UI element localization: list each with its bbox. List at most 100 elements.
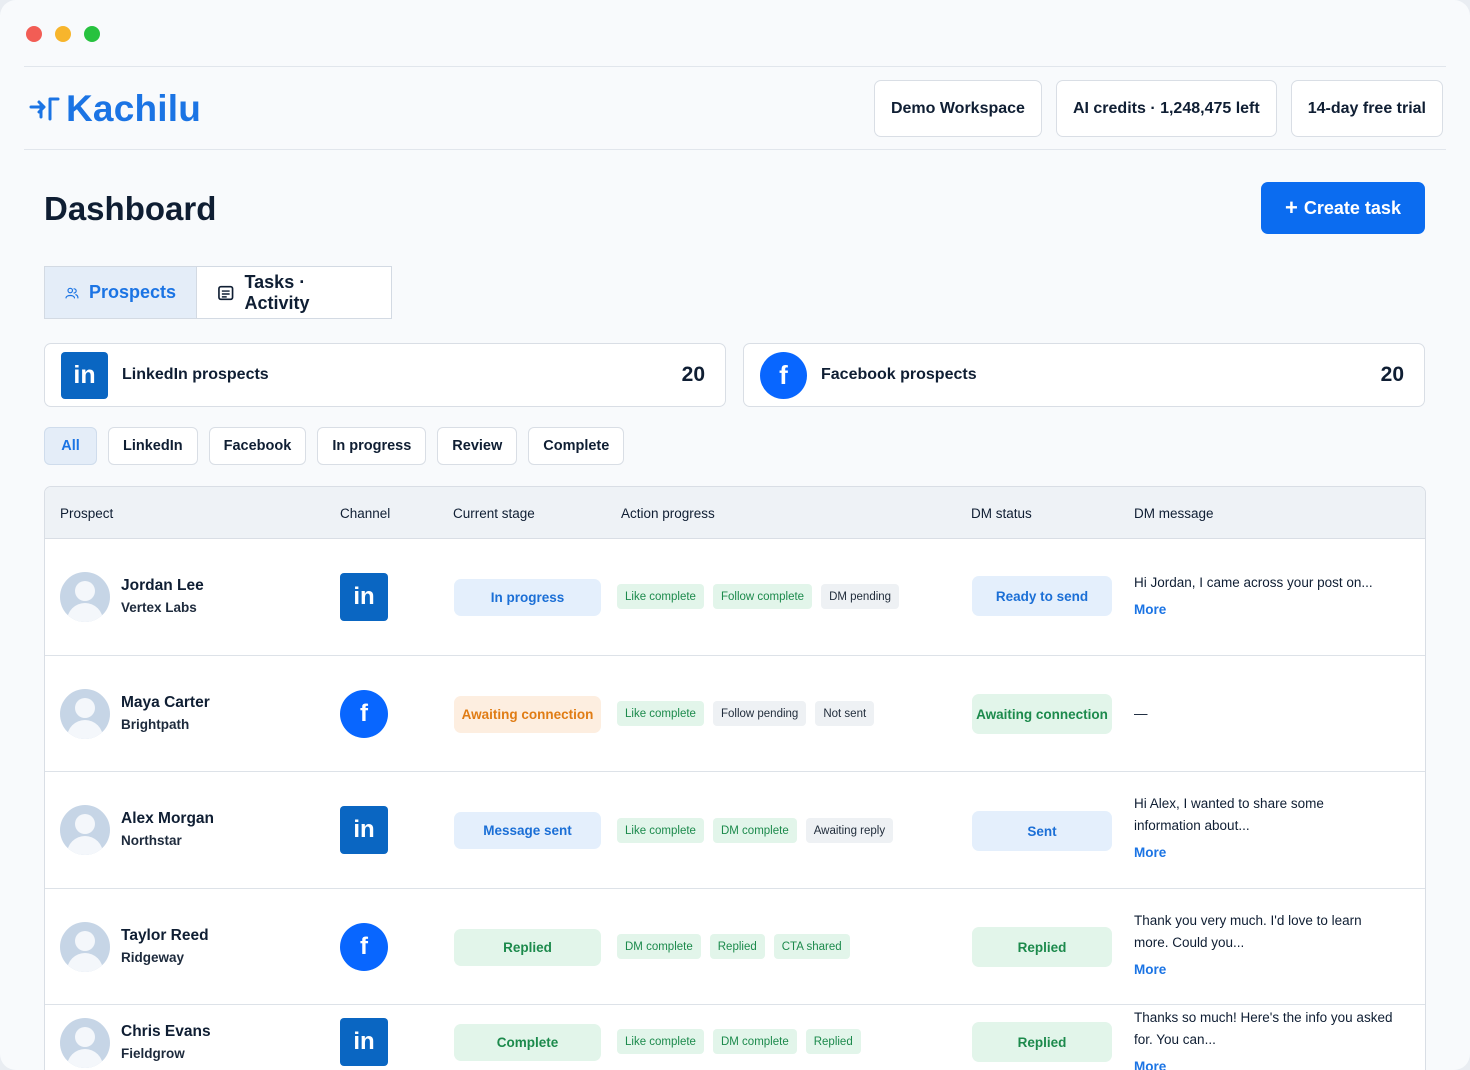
window-controls <box>26 26 100 42</box>
action-progress: Like complete Follow pending Not sent <box>617 701 875 726</box>
users-icon <box>65 287 79 298</box>
table-row[interactable]: Maya Carter Brightpath f Awaiting connec… <box>45 656 1425 772</box>
prospect-company: Ridgeway <box>121 950 185 965</box>
facebook-icon: f <box>340 923 388 971</box>
table-row[interactable]: Alex Morgan Northstar in Message sent Li… <box>45 772 1425 889</box>
stage-badge: Replied <box>454 929 601 966</box>
table-row[interactable]: Chris Evans Fieldgrow in Complete Like c… <box>45 1005 1425 1070</box>
prospect-name[interactable]: Chris Evans <box>121 1023 211 1041</box>
dm-status-badge: Replied <box>972 927 1112 967</box>
action-chip: Follow pending <box>712 701 807 726</box>
linkedin-prospects-label: LinkedIn prospects <box>122 366 269 383</box>
avatar <box>60 689 110 739</box>
close-window-button[interactable] <box>26 26 42 42</box>
prospect-company: Northstar <box>121 833 182 848</box>
action-chip: DM complete <box>712 1029 797 1054</box>
prospect-name[interactable]: Maya Carter <box>121 694 210 712</box>
prospect-company: Brightpath <box>121 717 190 732</box>
filter-in-progress[interactable]: In progress <box>317 427 427 465</box>
linkedin-icon: in <box>340 1018 388 1066</box>
filter-linkedin[interactable]: LinkedIn <box>108 427 198 465</box>
action-chip: Replied <box>805 1029 861 1054</box>
linkedin-prospects-card[interactable]: in LinkedIn prospects 20 <box>44 343 726 407</box>
facebook-icon: f <box>760 351 807 399</box>
create-task-button[interactable]: + Create task <box>1261 182 1425 234</box>
dm-status-badge: Awaiting connection <box>972 694 1112 734</box>
action-chip: Follow complete <box>712 584 813 609</box>
column-header-action-progress[interactable]: Action progress <box>621 506 715 521</box>
prospect-name[interactable]: Alex Morgan <box>121 810 214 828</box>
header-pills: Demo Workspace AI credits · 1,248,475 le… <box>873 80 1443 137</box>
facebook-prospects-label: Facebook prospects <box>821 366 977 383</box>
action-chip: Not sent <box>815 701 875 726</box>
facebook-prospects-card[interactable]: f Facebook prospects 20 <box>743 343 1425 407</box>
dm-status-badge: Sent <box>972 811 1112 851</box>
action-chip: CTA shared <box>773 934 850 959</box>
facebook-icon: f <box>340 690 388 738</box>
column-header-current-stage[interactable]: Current stage <box>453 506 535 521</box>
tab-prospects-label: Prospects <box>88 282 176 302</box>
dm-message-text: Hi Alex, I wanted to share some informat… <box>1134 796 1324 833</box>
more-link[interactable]: More <box>1134 1056 1394 1070</box>
dm-message-text: Thanks so much! Here's the info you aske… <box>1134 1010 1393 1047</box>
maximize-window-button[interactable] <box>84 26 100 42</box>
prospect-name[interactable]: Taylor Reed <box>121 927 209 945</box>
linkedin-icon: in <box>340 573 388 621</box>
app-logo[interactable]: Kachilu <box>28 88 201 130</box>
dm-status-badge: Ready to send <box>972 576 1112 616</box>
dm-message: Thank you very much. I'd love to learn m… <box>1134 910 1394 981</box>
action-chip: Like complete <box>617 584 704 609</box>
column-header-dm-status[interactable]: DM status <box>971 506 1032 521</box>
filter-complete[interactable]: Complete <box>528 427 625 465</box>
action-chip: DM pending <box>821 584 900 609</box>
avatar <box>60 1018 110 1068</box>
tab-prospects[interactable]: Prospects <box>45 267 197 318</box>
table-header: Prospect Channel Current stage Action pr… <box>45 487 1425 539</box>
column-header-prospect[interactable]: Prospect <box>60 506 113 521</box>
ai-credits-badge[interactable]: AI credits · 1,248,475 left <box>1055 80 1277 137</box>
filter-bar: All LinkedIn Facebook In progress Review… <box>44 427 625 465</box>
filter-facebook[interactable]: Facebook <box>208 427 307 465</box>
prospect-name[interactable]: Jordan Lee <box>121 577 204 595</box>
prospects-table: Prospect Channel Current stage Action pr… <box>44 486 1426 1070</box>
logo-text: Kachilu <box>66 88 202 129</box>
more-link[interactable]: More <box>1134 842 1394 864</box>
action-chip: Like complete <box>617 1029 704 1054</box>
stage-badge: Complete <box>454 1024 601 1061</box>
table-row[interactable]: Jordan Lee Vertex Labs in In progress Li… <box>45 539 1425 656</box>
more-link[interactable]: More <box>1134 599 1394 621</box>
tab-tasks-activity-label: Tasks · Activity <box>244 271 310 313</box>
action-chip: Awaiting reply <box>805 818 894 843</box>
avatar <box>60 922 110 972</box>
minimize-window-button[interactable] <box>55 26 71 42</box>
view-tabs: Prospects Tasks · Activity <box>44 266 392 319</box>
prospect-company: Vertex Labs <box>121 600 197 615</box>
facebook-prospects-count: 20 <box>1380 363 1404 386</box>
dm-message: Hi Alex, I wanted to share some informat… <box>1134 793 1394 864</box>
create-task-label: Create task <box>1303 197 1401 218</box>
linkedin-prospects-count: 20 <box>681 363 705 386</box>
table-row[interactable]: Taylor Reed Ridgeway f Replied DM comple… <box>45 889 1425 1005</box>
avatar <box>60 805 110 855</box>
stage-badge: In progress <box>454 579 601 616</box>
divider <box>24 149 1446 150</box>
avatar <box>60 572 110 622</box>
linkedin-icon: in <box>340 806 388 854</box>
divider <box>24 66 1446 67</box>
tab-tasks-activity[interactable]: Tasks · Activity <box>197 267 391 318</box>
action-progress: Like complete Follow complete DM pending <box>617 584 900 609</box>
trial-badge[interactable]: 14-day free trial <box>1290 80 1443 137</box>
more-link[interactable]: More <box>1134 959 1394 981</box>
filter-review[interactable]: Review <box>437 427 518 465</box>
page-title: Dashboard <box>44 190 217 227</box>
filter-all[interactable]: All <box>44 427 97 465</box>
action-chip: Like complete <box>617 701 704 726</box>
prospect-company: Fieldgrow <box>121 1046 185 1061</box>
action-chip: DM complete <box>712 818 797 843</box>
action-progress: Like complete DM complete Awaiting reply <box>617 818 894 843</box>
action-chip: DM complete <box>617 934 701 959</box>
workspace-selector[interactable]: Demo Workspace <box>873 80 1042 137</box>
action-chip: Like complete <box>617 818 704 843</box>
column-header-channel[interactable]: Channel <box>340 506 390 521</box>
column-header-dm-message[interactable]: DM message <box>1134 506 1214 521</box>
